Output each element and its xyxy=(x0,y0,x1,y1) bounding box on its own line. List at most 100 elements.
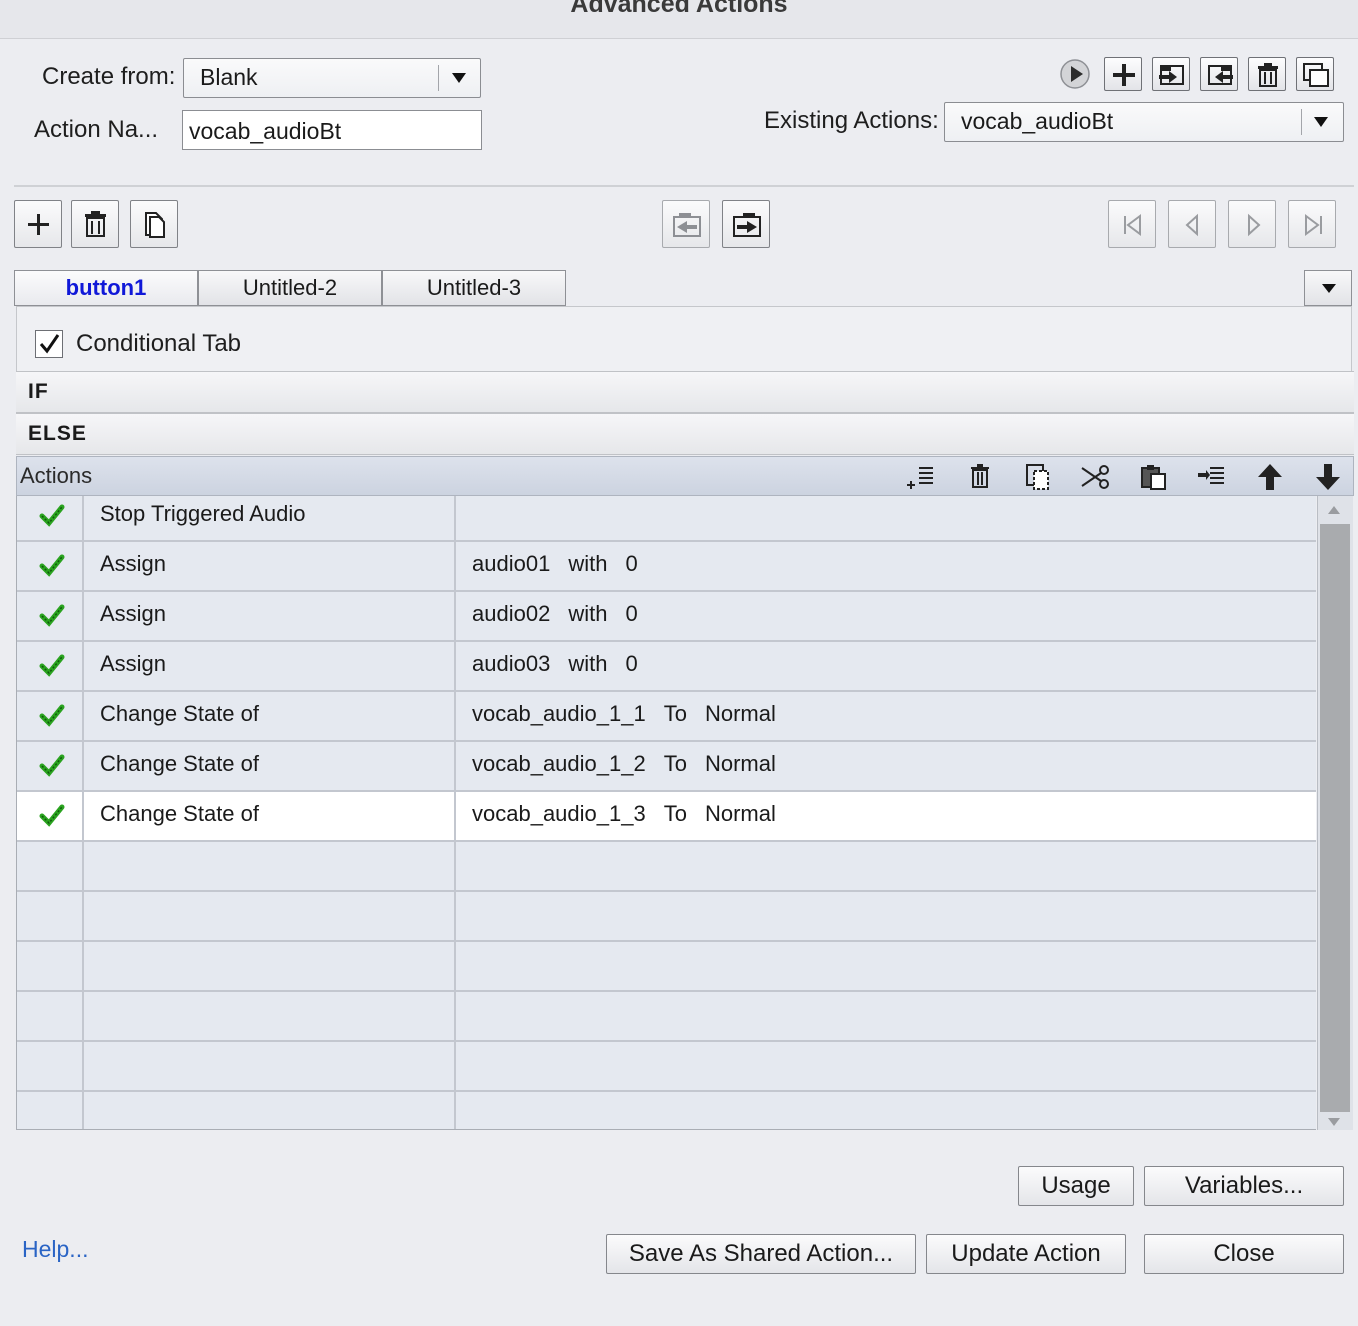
parameters-cell[interactable] xyxy=(456,496,1316,540)
empty-table-row[interactable] xyxy=(17,942,1316,992)
parameters-cell[interactable]: audio03 with 0 xyxy=(456,642,1316,690)
action-cell[interactable]: Assign xyxy=(84,592,456,640)
insert-action-icon[interactable] xyxy=(905,461,937,493)
action-cell xyxy=(84,842,456,890)
table-row[interactable]: Assign audio01 with 0 xyxy=(17,542,1316,592)
parameters-cell xyxy=(456,942,1316,990)
parameters-cell xyxy=(456,1042,1316,1090)
tab-untitled-3[interactable]: Untitled-3 xyxy=(382,270,566,306)
if-section[interactable]: IF xyxy=(16,371,1354,413)
add-action-button[interactable] xyxy=(1104,57,1142,91)
indent-action-icon[interactable] xyxy=(1196,461,1228,493)
tabs-overflow-dropdown[interactable] xyxy=(1304,270,1352,306)
table-row[interactable]: Assign audio03 with 0 xyxy=(17,642,1316,692)
trash-icon xyxy=(85,211,106,237)
move-right-icon xyxy=(733,213,761,237)
status-cell xyxy=(17,892,84,940)
table-row[interactable]: Change State of vocab_audio_1_1 To Normal xyxy=(17,692,1316,742)
parameters-cell xyxy=(456,892,1316,940)
conditional-tab-checkbox[interactable] xyxy=(35,330,63,358)
create-from-value: Blank xyxy=(200,64,258,90)
scrollbar-thumb[interactable] xyxy=(1320,524,1350,1112)
last-decision-button[interactable] xyxy=(1288,200,1336,248)
trash-icon xyxy=(1258,63,1278,87)
status-cell xyxy=(17,692,84,740)
paste-icon[interactable] xyxy=(1138,461,1170,493)
move-decision-right-button[interactable] xyxy=(722,200,770,248)
usage-button[interactable]: Usage xyxy=(1018,1166,1134,1206)
action-name-label: Action Na... xyxy=(34,116,159,143)
checkmark-icon xyxy=(39,604,65,627)
divider xyxy=(14,185,1354,187)
empty-table-row[interactable] xyxy=(17,1092,1316,1129)
update-action-button[interactable]: Update Action xyxy=(926,1234,1126,1274)
plus-icon xyxy=(28,214,49,235)
save-as-shared-action-button[interactable]: Save As Shared Action... xyxy=(606,1234,916,1274)
trash-icon[interactable] xyxy=(964,461,996,493)
parameter-token: with xyxy=(568,601,608,626)
preview-play-button[interactable] xyxy=(1059,58,1091,90)
action-cell[interactable]: Change State of xyxy=(84,792,456,840)
plus-icon xyxy=(1113,64,1135,86)
action-cell[interactable]: Change State of xyxy=(84,692,456,740)
table-row[interactable]: Change State of vocab_audio_1_2 To Normal xyxy=(17,742,1316,792)
action-name-input[interactable]: vocab_audioBt xyxy=(182,110,482,150)
tab-button1[interactable]: button1 xyxy=(14,270,198,306)
action-cell[interactable]: Stop Triggered Audio xyxy=(84,496,456,540)
parameter-token: with xyxy=(568,551,608,576)
table-row[interactable]: Stop Triggered Audio xyxy=(17,496,1316,542)
first-decision-button[interactable] xyxy=(1108,200,1156,248)
scissors-icon[interactable] xyxy=(1080,461,1112,493)
parameter-token: with xyxy=(568,651,608,676)
variables-button[interactable]: Variables... xyxy=(1144,1166,1344,1206)
duplicate-action-button[interactable] xyxy=(1296,57,1334,91)
scroll-up-icon[interactable] xyxy=(1322,500,1346,520)
existing-actions-dropdown[interactable]: vocab_audioBt xyxy=(944,102,1344,142)
parameter-token: To xyxy=(663,801,687,826)
copy-icon[interactable] xyxy=(1022,461,1054,493)
parameters-cell[interactable]: audio02 with 0 xyxy=(456,592,1316,640)
create-from-dropdown[interactable]: Blank xyxy=(183,58,481,98)
close-button[interactable]: Close xyxy=(1144,1234,1344,1274)
status-cell xyxy=(17,1092,84,1129)
table-row[interactable]: Assign audio02 with 0 xyxy=(17,592,1316,642)
export-action-button[interactable] xyxy=(1200,57,1238,91)
actions-header: Actions xyxy=(16,456,1354,496)
next-icon xyxy=(1248,213,1261,237)
delete-action-button[interactable] xyxy=(1248,57,1286,91)
next-decision-button[interactable] xyxy=(1228,200,1276,248)
empty-table-row[interactable] xyxy=(17,992,1316,1042)
table-row[interactable]: Change State of vocab_audio_1_3 To Normal xyxy=(17,792,1316,842)
action-cell[interactable]: Assign xyxy=(84,642,456,690)
parameters-cell[interactable]: vocab_audio_1_3 To Normal xyxy=(456,792,1316,840)
duplicate-decision-button[interactable] xyxy=(130,200,178,248)
checkmark-icon xyxy=(39,804,65,827)
arrow-up-icon[interactable] xyxy=(1254,461,1286,493)
previous-decision-button[interactable] xyxy=(1168,200,1216,248)
delete-decision-button[interactable] xyxy=(71,200,119,248)
import-action-button[interactable] xyxy=(1152,57,1190,91)
help-link[interactable]: Help... xyxy=(22,1236,88,1263)
arrow-down-icon[interactable] xyxy=(1312,461,1344,493)
status-cell xyxy=(17,742,84,790)
else-section[interactable]: ELSE xyxy=(16,413,1354,455)
export-icon xyxy=(1208,65,1233,85)
add-decision-button[interactable] xyxy=(14,200,62,248)
action-cell[interactable]: Change State of xyxy=(84,742,456,790)
empty-table-row[interactable] xyxy=(17,842,1316,892)
parameter-token: 0 xyxy=(625,551,638,576)
status-cell xyxy=(17,992,84,1040)
action-cell xyxy=(84,992,456,1040)
empty-table-row[interactable] xyxy=(17,1042,1316,1092)
parameters-cell[interactable]: vocab_audio_1_2 To Normal xyxy=(456,742,1316,790)
action-cell[interactable]: Assign xyxy=(84,542,456,590)
tab-untitled-2[interactable]: Untitled-2 xyxy=(198,270,382,306)
scroll-down-icon[interactable] xyxy=(1322,1112,1346,1130)
parameters-cell[interactable]: vocab_audio_1_1 To Normal xyxy=(456,692,1316,740)
parameters-cell xyxy=(456,992,1316,1040)
if-label: IF xyxy=(28,380,49,403)
parameters-cell[interactable]: audio01 with 0 xyxy=(456,542,1316,590)
checkmark-icon xyxy=(39,704,65,727)
move-decision-left-button[interactable] xyxy=(662,200,710,248)
empty-table-row[interactable] xyxy=(17,892,1316,942)
